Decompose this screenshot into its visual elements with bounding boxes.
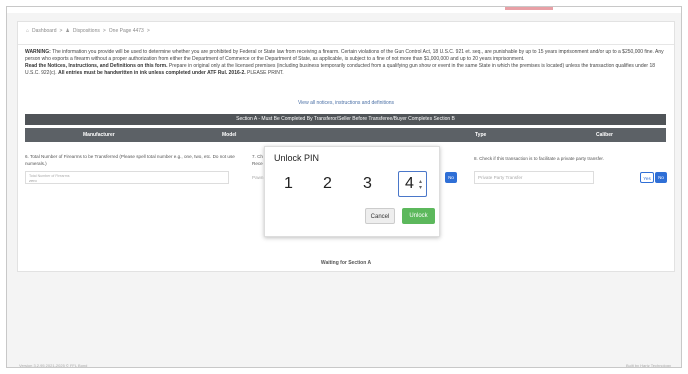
q8-label: 8. Check if this transaction is to facil… (474, 156, 604, 161)
pin-digit-3[interactable]: 3 (357, 171, 386, 197)
breadcrumb-dispositions[interactable]: Dispositions (73, 28, 100, 34)
firearms-table-header: Manufacturer Model Type Caliber (25, 128, 666, 142)
app-window: ⌂ Dashboard > ♟ Dispositions > One Page … (6, 6, 682, 368)
waiting-status: Waiting for Section A (320, 260, 372, 266)
col-caliber: Caliber (596, 132, 613, 138)
section-a-header: Section A - Must Be Completed By Transfe… (25, 114, 666, 125)
warning-text: The information you provide will be used… (25, 49, 664, 62)
footer-version: Version 3.2.95 2021-2025 © FFL Bond (19, 363, 88, 368)
warning-label: WARNING: (25, 49, 51, 55)
breadcrumb-current: One Page 4473 (108, 28, 144, 34)
col-manufacturer: Manufacturer (83, 132, 115, 138)
q6-label: 6. Total Number of Firearms to be Transf… (25, 154, 235, 166)
total-firearms-value: zero (29, 178, 37, 183)
home-icon: ⌂ (26, 28, 30, 34)
q7-no-button[interactable]: No (445, 172, 457, 183)
user-icon: ♟ (65, 28, 70, 34)
breadcrumb-dashboard[interactable]: Dashboard (32, 28, 56, 34)
unlock-button[interactable]: Unlock (402, 208, 435, 224)
pin-digit-4[interactable]: 4 ▴ ▾ (398, 171, 427, 197)
read-label: Read the Notices, Instructions, and Defi… (25, 63, 168, 69)
breadcrumb: ⌂ Dashboard > ♟ Dispositions > One Page … (26, 28, 150, 34)
top-bar (7, 7, 681, 13)
dialog-title: Unlock PIN (274, 153, 320, 163)
pin-digit-2[interactable]: 2 (317, 171, 346, 197)
total-firearms-placeholder: Total Number of Firearms (29, 174, 70, 178)
col-model: Model (222, 132, 237, 138)
q8-yes-button[interactable]: Yes (640, 172, 654, 183)
q7-field[interactable]: Pawn (252, 175, 264, 180)
notice-text: WARNING: The information you provide wil… (25, 49, 665, 77)
total-firearms-input[interactable]: Total Number of Firearms zero (25, 171, 229, 184)
breadcrumb-separator: > (146, 28, 150, 34)
breadcrumb-separator: > (102, 28, 106, 34)
footer-credit[interactable]: Built by Hartz Technology (626, 363, 671, 367)
top-accent (505, 7, 553, 10)
spinner-arrows-icon[interactable]: ▴ ▾ (419, 179, 422, 191)
ink-label: All entries must be handwritten in ink u… (58, 70, 246, 76)
print-text: PLEASE PRINT. (247, 70, 284, 76)
pin-digit-4-value: 4 (405, 175, 414, 192)
q8-no-button[interactable]: No (655, 172, 667, 183)
unlock-pin-dialog: Unlock PIN 1 2 3 4 ▴ ▾ Cancel Unlock (264, 146, 440, 237)
private-party-field[interactable]: Private Party Transfer (474, 171, 594, 184)
cancel-button[interactable]: Cancel (365, 208, 395, 224)
pin-digit-1[interactable]: 1 (278, 171, 307, 197)
all-notices-link[interactable]: View all notices, instructions and defin… (18, 100, 674, 106)
breadcrumb-separator: > (59, 28, 63, 34)
col-type: Type (475, 132, 487, 138)
divider (18, 44, 674, 45)
